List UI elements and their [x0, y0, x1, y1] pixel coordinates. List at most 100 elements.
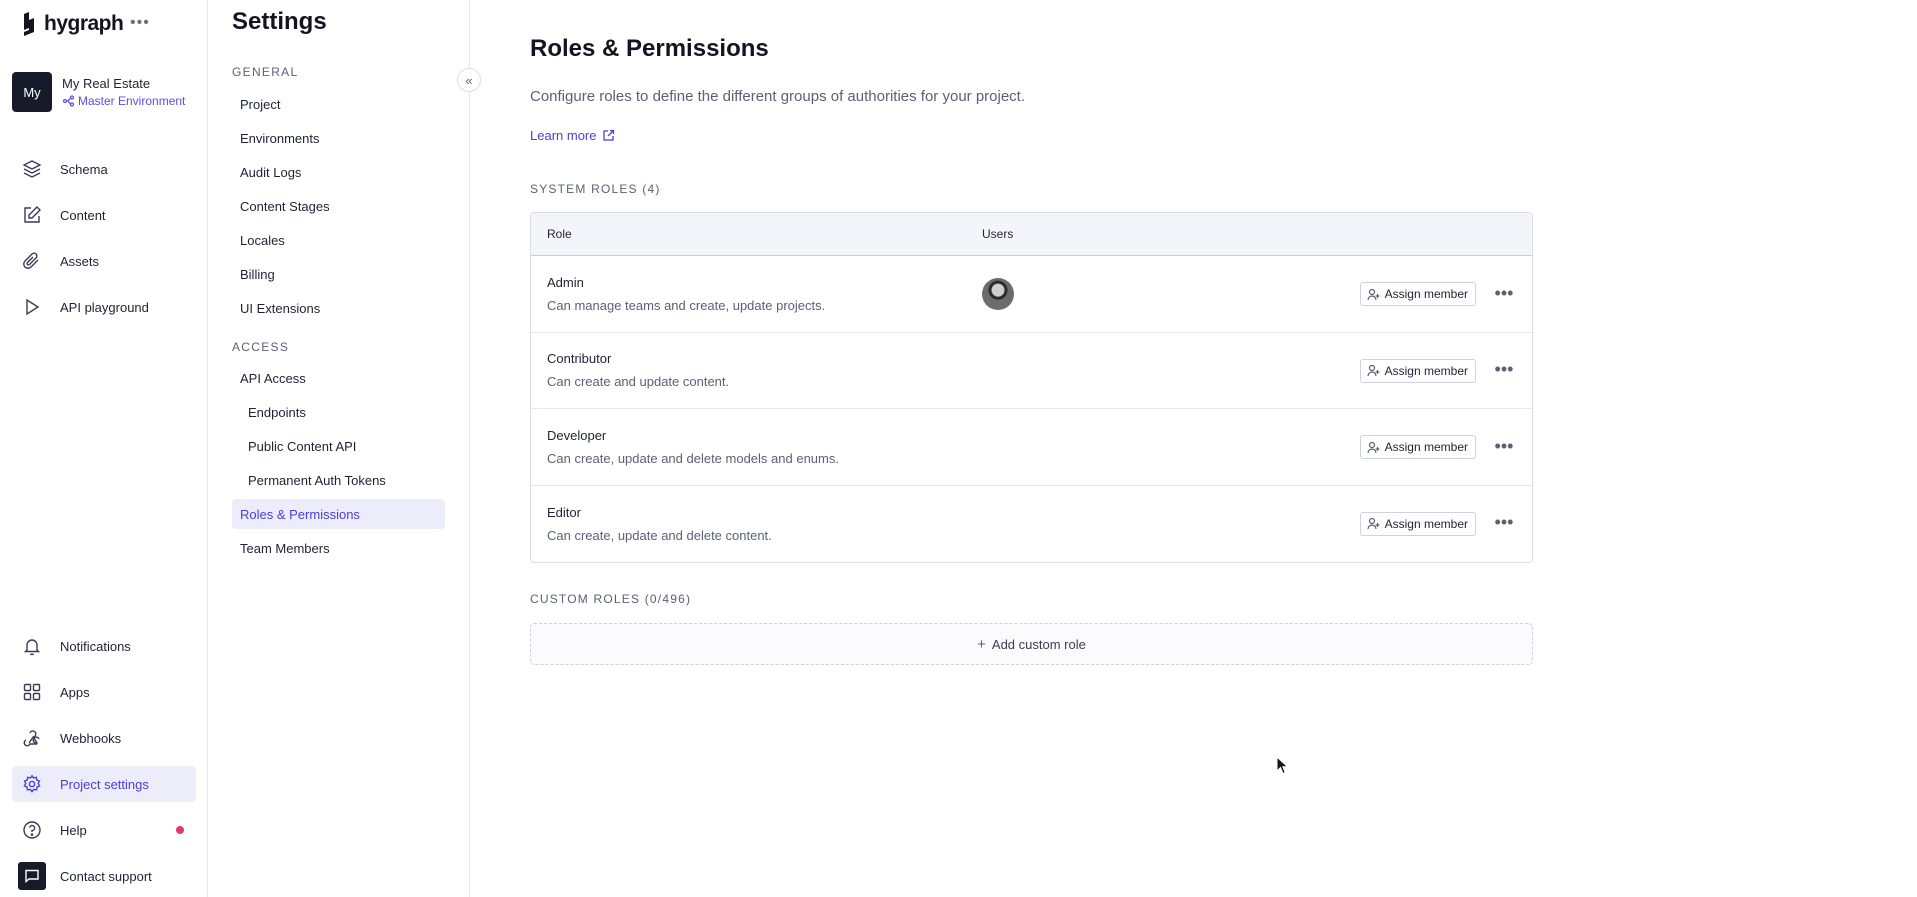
system-roles-table: Role Users Admin Can manage teams and cr…: [530, 212, 1533, 563]
nav-item-label: Help: [60, 822, 87, 838]
assign-member-button[interactable]: Assign member: [1359, 358, 1476, 383]
settings-title: Settings: [232, 8, 327, 35]
role-name: Developer: [547, 427, 607, 443]
user-plus-icon: [1367, 517, 1380, 530]
column-header-users: Users: [982, 227, 1014, 241]
settings-item-content-stages[interactable]: Content Stages: [232, 191, 445, 221]
settings-item-team-members[interactable]: Team Members: [232, 533, 445, 563]
assign-member-button[interactable]: Assign member: [1359, 511, 1476, 536]
plus-icon: +: [977, 635, 986, 653]
left-navigation: hygraph ••• My My Real Estate Master Env…: [0, 0, 208, 897]
more-options-icon[interactable]: •••: [1492, 280, 1516, 306]
nav-item-label: API playground: [60, 299, 149, 315]
play-icon: [22, 297, 42, 317]
settings-item-endpoints[interactable]: Endpoints: [232, 397, 445, 427]
role-description: Can create, update and delete models and…: [547, 450, 839, 466]
assign-member-label: Assign member: [1384, 287, 1468, 301]
nav-item-label: Project settings: [60, 776, 149, 792]
primary-nav: Schema Content Assets API playground: [12, 151, 196, 335]
settings-item-api-access[interactable]: API Access: [232, 363, 445, 393]
nav-item-content[interactable]: Content: [12, 197, 196, 233]
mouse-cursor-icon: [1276, 756, 1289, 775]
user-avatar[interactable]: [982, 277, 1014, 310]
settings-item-ui-extensions[interactable]: UI Extensions: [232, 293, 445, 323]
nav-item-label: Content: [60, 207, 106, 223]
brand-name: hygraph: [44, 12, 124, 35]
role-row-contributor: Contributor Can create and update conten…: [531, 333, 1532, 409]
role-name: Editor: [547, 504, 581, 520]
nav-item-notifications[interactable]: Notifications: [12, 628, 196, 664]
nav-item-project-settings[interactable]: Project settings: [12, 766, 196, 802]
environment-link[interactable]: Master Environment: [62, 94, 185, 108]
page-description: Configure roles to define the different …: [530, 88, 1026, 105]
settings-item-billing[interactable]: Billing: [232, 259, 445, 289]
environment-name: Master Environment: [78, 94, 186, 108]
role-name: Contributor: [547, 351, 612, 367]
role-description: Can manage teams and create, update proj…: [547, 297, 826, 313]
secondary-nav: Notifications Apps Webhooks Project sett…: [12, 628, 196, 897]
project-name: My Real Estate: [62, 76, 151, 91]
role-name: Admin: [547, 274, 584, 290]
nav-item-apps[interactable]: Apps: [12, 674, 196, 710]
main-content: Roles & Permissions Configure roles to d…: [470, 0, 1917, 897]
user-plus-icon: [1367, 288, 1380, 300]
user-plus-icon: [1367, 364, 1380, 377]
nav-item-label: Webhooks: [60, 730, 122, 746]
section-label-access: ACCESS: [232, 340, 290, 354]
collapse-sidebar-button[interactable]: «: [457, 68, 481, 92]
nav-item-help[interactable]: Help: [12, 812, 196, 848]
chat-icon: [18, 862, 46, 890]
settings-sidebar: Settings « GENERAL Project Environments …: [208, 0, 481, 897]
branch-icon: [62, 95, 74, 107]
more-options-icon[interactable]: •••: [1492, 433, 1516, 459]
settings-item-roles-permissions[interactable]: Roles & Permissions: [232, 499, 445, 529]
assign-member-label: Assign member: [1384, 363, 1468, 378]
settings-item-audit-logs[interactable]: Audit Logs: [232, 157, 445, 187]
nav-item-label: Schema: [60, 161, 108, 177]
assign-member-button[interactable]: Assign member: [1359, 435, 1476, 459]
settings-item-environments[interactable]: Environments: [232, 123, 445, 153]
nav-item-contact-support[interactable]: Contact support: [12, 858, 196, 894]
app-window: hygraph ••• My My Real Estate Master Env…: [0, 0, 1917, 897]
more-horizontal-icon[interactable]: •••: [130, 14, 150, 32]
nav-item-assets[interactable]: Assets: [12, 243, 196, 279]
help-icon: [22, 820, 42, 840]
edit-icon: [22, 205, 42, 225]
learn-more-link[interactable]: Learn more: [530, 128, 615, 143]
settings-item-locales[interactable]: Locales: [232, 225, 445, 255]
add-custom-role-label: Add custom role: [991, 636, 1086, 652]
hygraph-logo-icon: [24, 12, 34, 36]
page-title: Roles & Permissions: [530, 35, 769, 62]
settings-item-public-content-api[interactable]: Public Content API: [232, 431, 445, 461]
more-options-icon[interactable]: •••: [1492, 510, 1516, 536]
nav-item-api-playground[interactable]: API playground: [12, 289, 196, 325]
apps-icon: [22, 682, 42, 702]
project-avatar: My: [12, 72, 52, 112]
add-custom-role-button[interactable]: + Add custom role: [530, 623, 1533, 665]
brand-logo[interactable]: hygraph: [20, 12, 124, 36]
nav-item-schema[interactable]: Schema: [12, 151, 196, 187]
nav-item-label: Notifications: [60, 638, 131, 654]
settings-item-project[interactable]: Project: [232, 89, 445, 119]
settings-item-permanent-auth-tokens[interactable]: Permanent Auth Tokens: [232, 465, 445, 495]
webhook-icon: [22, 728, 42, 748]
role-description: Can create, update and delete content.: [547, 527, 772, 543]
section-label-general: GENERAL: [232, 65, 299, 79]
project-switcher[interactable]: My My Real Estate Master Environment: [12, 72, 185, 112]
more-options-icon[interactable]: •••: [1492, 357, 1516, 383]
role-description: Can create and update content.: [547, 374, 730, 390]
user-plus-icon: [1367, 441, 1380, 453]
assign-member-label: Assign member: [1384, 440, 1468, 454]
column-header-role: Role: [547, 227, 572, 241]
layers-icon: [22, 159, 42, 179]
nav-item-webhooks[interactable]: Webhooks: [12, 720, 196, 756]
assign-member-button[interactable]: Assign member: [1359, 282, 1476, 306]
table-header: Role Users: [531, 213, 1532, 256]
nav-item-label: Contact support: [60, 868, 152, 884]
notification-dot: [176, 826, 184, 834]
nav-item-label: Assets: [60, 253, 100, 269]
role-row-editor: Editor Can create, update and delete con…: [531, 486, 1532, 563]
role-row-admin: Admin Can manage teams and create, updat…: [531, 256, 1532, 333]
nav-item-label: Apps: [60, 684, 90, 700]
assign-member-label: Assign member: [1384, 516, 1468, 531]
